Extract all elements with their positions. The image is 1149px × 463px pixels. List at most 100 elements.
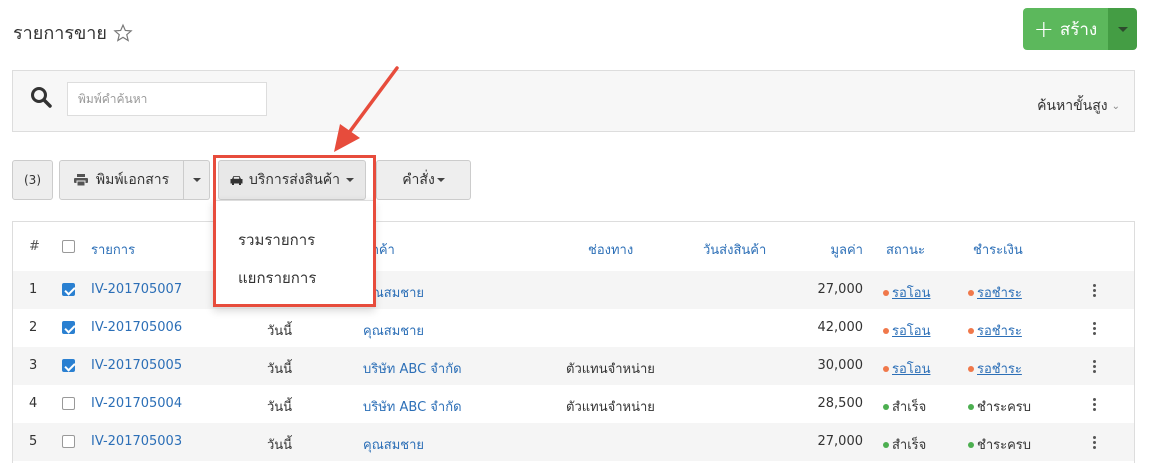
table-row[interactable]: 3 IV-201705005 วันนี้ บริษัท ABC จำกัด ตัวแท… <box>13 347 1134 385</box>
doc-date: วันนี้ <box>267 362 293 377</box>
doc-number-link[interactable]: IV-201705003 <box>91 434 182 449</box>
status-text: สำเร็จ <box>892 400 927 415</box>
select-all-checkbox[interactable] <box>62 240 75 253</box>
amount: 42,000 <box>817 320 864 335</box>
caret-down-icon <box>346 178 354 182</box>
col-header-channel[interactable]: ช่องทาง <box>588 239 633 260</box>
status-text: รอโอน <box>892 286 931 301</box>
payment-badge[interactable]: รอชำระ <box>968 282 1022 303</box>
payment-dot-icon <box>968 403 974 410</box>
row-checkbox[interactable] <box>62 435 75 448</box>
chevron-down-icon: ⌄ <box>1111 100 1120 112</box>
col-header-amount[interactable]: มูลค่า <box>813 239 863 260</box>
col-header-number: # <box>29 239 40 254</box>
row-number: 1 <box>29 282 38 297</box>
shipping-dropdown-menu: รวมรายการ แยกรายการ <box>213 200 375 308</box>
sales-page: รายการขาย + สร้าง ค้นหาขั้นสูง ⌄ (3) <box>0 0 1149 463</box>
doc-number-link[interactable]: IV-201705007 <box>91 282 182 297</box>
table-row[interactable]: 2 IV-201705006 วันนี้ คุณสมชาย 42,000 รอโอน รอ… <box>13 309 1134 347</box>
print-button-label: พิมพ์เอกสาร <box>95 172 170 188</box>
advanced-search-label: ค้นหาขั้นสูง <box>1037 98 1108 114</box>
menu-item-split[interactable]: แยกรายการ <box>238 266 316 290</box>
row-actions-icon[interactable] <box>1092 318 1096 338</box>
search-icon[interactable] <box>29 85 53 109</box>
amount: 28,500 <box>817 396 864 411</box>
table-row[interactable]: 5 IV-201705003 วันนี้ คุณสมชาย 27,000 สำเร็จ ช… <box>13 423 1134 461</box>
col-header-ship-date[interactable]: วันส่งสินค้า <box>703 239 766 260</box>
row-actions-icon[interactable] <box>1092 356 1096 376</box>
status-dot-icon <box>883 365 889 372</box>
plus-icon: + <box>1033 15 1054 43</box>
print-dropdown-toggle[interactable] <box>184 160 210 200</box>
col-header-payment[interactable]: ชำระเงิน <box>973 239 1023 260</box>
status-badge[interactable]: รอโอน <box>883 358 930 379</box>
search-panel: ค้นหาขั้นสูง ⌄ <box>12 70 1135 132</box>
status-badge[interactable]: รอโอน <box>883 320 930 341</box>
amount: 27,000 <box>817 434 864 449</box>
table-row[interactable]: 4 IV-201705004 วันนี้ บริษัท ABC จำกัด ตัวแท… <box>13 385 1134 423</box>
doc-date: วันนี้ <box>267 324 293 339</box>
create-button[interactable]: + สร้าง <box>1023 8 1108 50</box>
payment-text: รอชำระ <box>977 324 1022 339</box>
row-checkbox[interactable] <box>62 397 75 410</box>
customer-link[interactable]: คุณสมชาย <box>363 320 424 341</box>
doc-date: วันนี้ <box>267 438 293 453</box>
row-checkbox[interactable] <box>62 321 75 334</box>
col-header-status[interactable]: สถานะ <box>886 239 925 260</box>
menu-item-combine[interactable]: รวมรายการ <box>238 228 315 252</box>
search-input[interactable] <box>67 82 267 116</box>
star-outline-icon[interactable] <box>113 23 133 43</box>
payment-text: รอชำระ <box>977 286 1022 301</box>
customer-link[interactable]: บริษัท ABC จำกัด <box>363 396 462 417</box>
selected-count-button[interactable]: (3) <box>12 160 53 200</box>
row-checkbox[interactable] <box>62 283 75 296</box>
doc-number-link[interactable]: IV-201705004 <box>91 396 182 411</box>
doc-date: วันนี้ <box>267 400 293 415</box>
row-actions-icon[interactable] <box>1092 280 1096 300</box>
page-title-text: รายการขาย <box>13 23 107 44</box>
shipping-button-label: บริการส่งสินค้า <box>249 172 340 188</box>
doc-number-link[interactable]: IV-201705005 <box>91 358 182 373</box>
status-dot-icon <box>883 441 889 448</box>
payment-badge[interactable]: รอชำระ <box>968 358 1022 379</box>
customer-link[interactable]: คุณสมชาย <box>363 434 424 455</box>
customer-link[interactable]: บริษัท ABC จำกัด <box>363 358 462 379</box>
payment-badge: ชำระครบ <box>968 396 1031 417</box>
status-dot-icon <box>883 327 889 334</box>
status-badge[interactable]: รอโอน <box>883 282 930 303</box>
create-button-label: สร้าง <box>1059 19 1098 40</box>
row-actions-icon[interactable] <box>1092 432 1096 452</box>
print-documents-button[interactable]: พิมพ์เอกสาร <box>59 160 184 200</box>
amount: 30,000 <box>817 358 864 373</box>
page-title: รายการขาย <box>13 18 133 47</box>
commands-button[interactable]: คำสั่ง <box>376 160 471 200</box>
payment-dot-icon <box>968 327 974 334</box>
payment-dot-icon <box>968 289 974 296</box>
payment-text: ชำระครบ <box>977 438 1032 453</box>
status-dot-icon <box>883 403 889 410</box>
row-number: 5 <box>29 434 38 449</box>
printer-icon <box>73 174 88 186</box>
row-number: 2 <box>29 320 38 335</box>
create-dropdown-toggle[interactable] <box>1108 8 1137 50</box>
col-header-doc[interactable]: รายการ <box>91 239 135 260</box>
table-row[interactable]: 1IV-201705007วันนี้คุณสมชาย27,000รอโอนรอ… <box>13 271 1134 309</box>
status-text: รอโอน <box>892 324 931 339</box>
payment-badge[interactable]: รอชำระ <box>968 320 1022 341</box>
doc-number-link[interactable]: IV-201705006 <box>91 320 182 335</box>
row-actions-icon[interactable] <box>1092 394 1096 414</box>
amount: 27,000 <box>817 282 864 297</box>
caret-down-icon <box>192 178 201 182</box>
payment-dot-icon <box>968 365 974 372</box>
channel: ตัวแทนจำหน่าย <box>566 362 655 377</box>
status-text: สำเร็จ <box>892 438 927 453</box>
row-number: 3 <box>29 358 38 373</box>
caret-down-icon <box>1117 26 1128 32</box>
payment-text: ชำระครบ <box>977 400 1032 415</box>
caret-down-icon <box>436 178 445 182</box>
shipping-service-button[interactable]: บริการส่งสินค้า <box>218 160 366 200</box>
commands-button-label: คำสั่ง <box>402 172 435 188</box>
advanced-search-link[interactable]: ค้นหาขั้นสูง ⌄ <box>1037 95 1120 117</box>
create-button-group: + สร้าง <box>1023 8 1137 50</box>
row-checkbox[interactable] <box>62 359 75 372</box>
